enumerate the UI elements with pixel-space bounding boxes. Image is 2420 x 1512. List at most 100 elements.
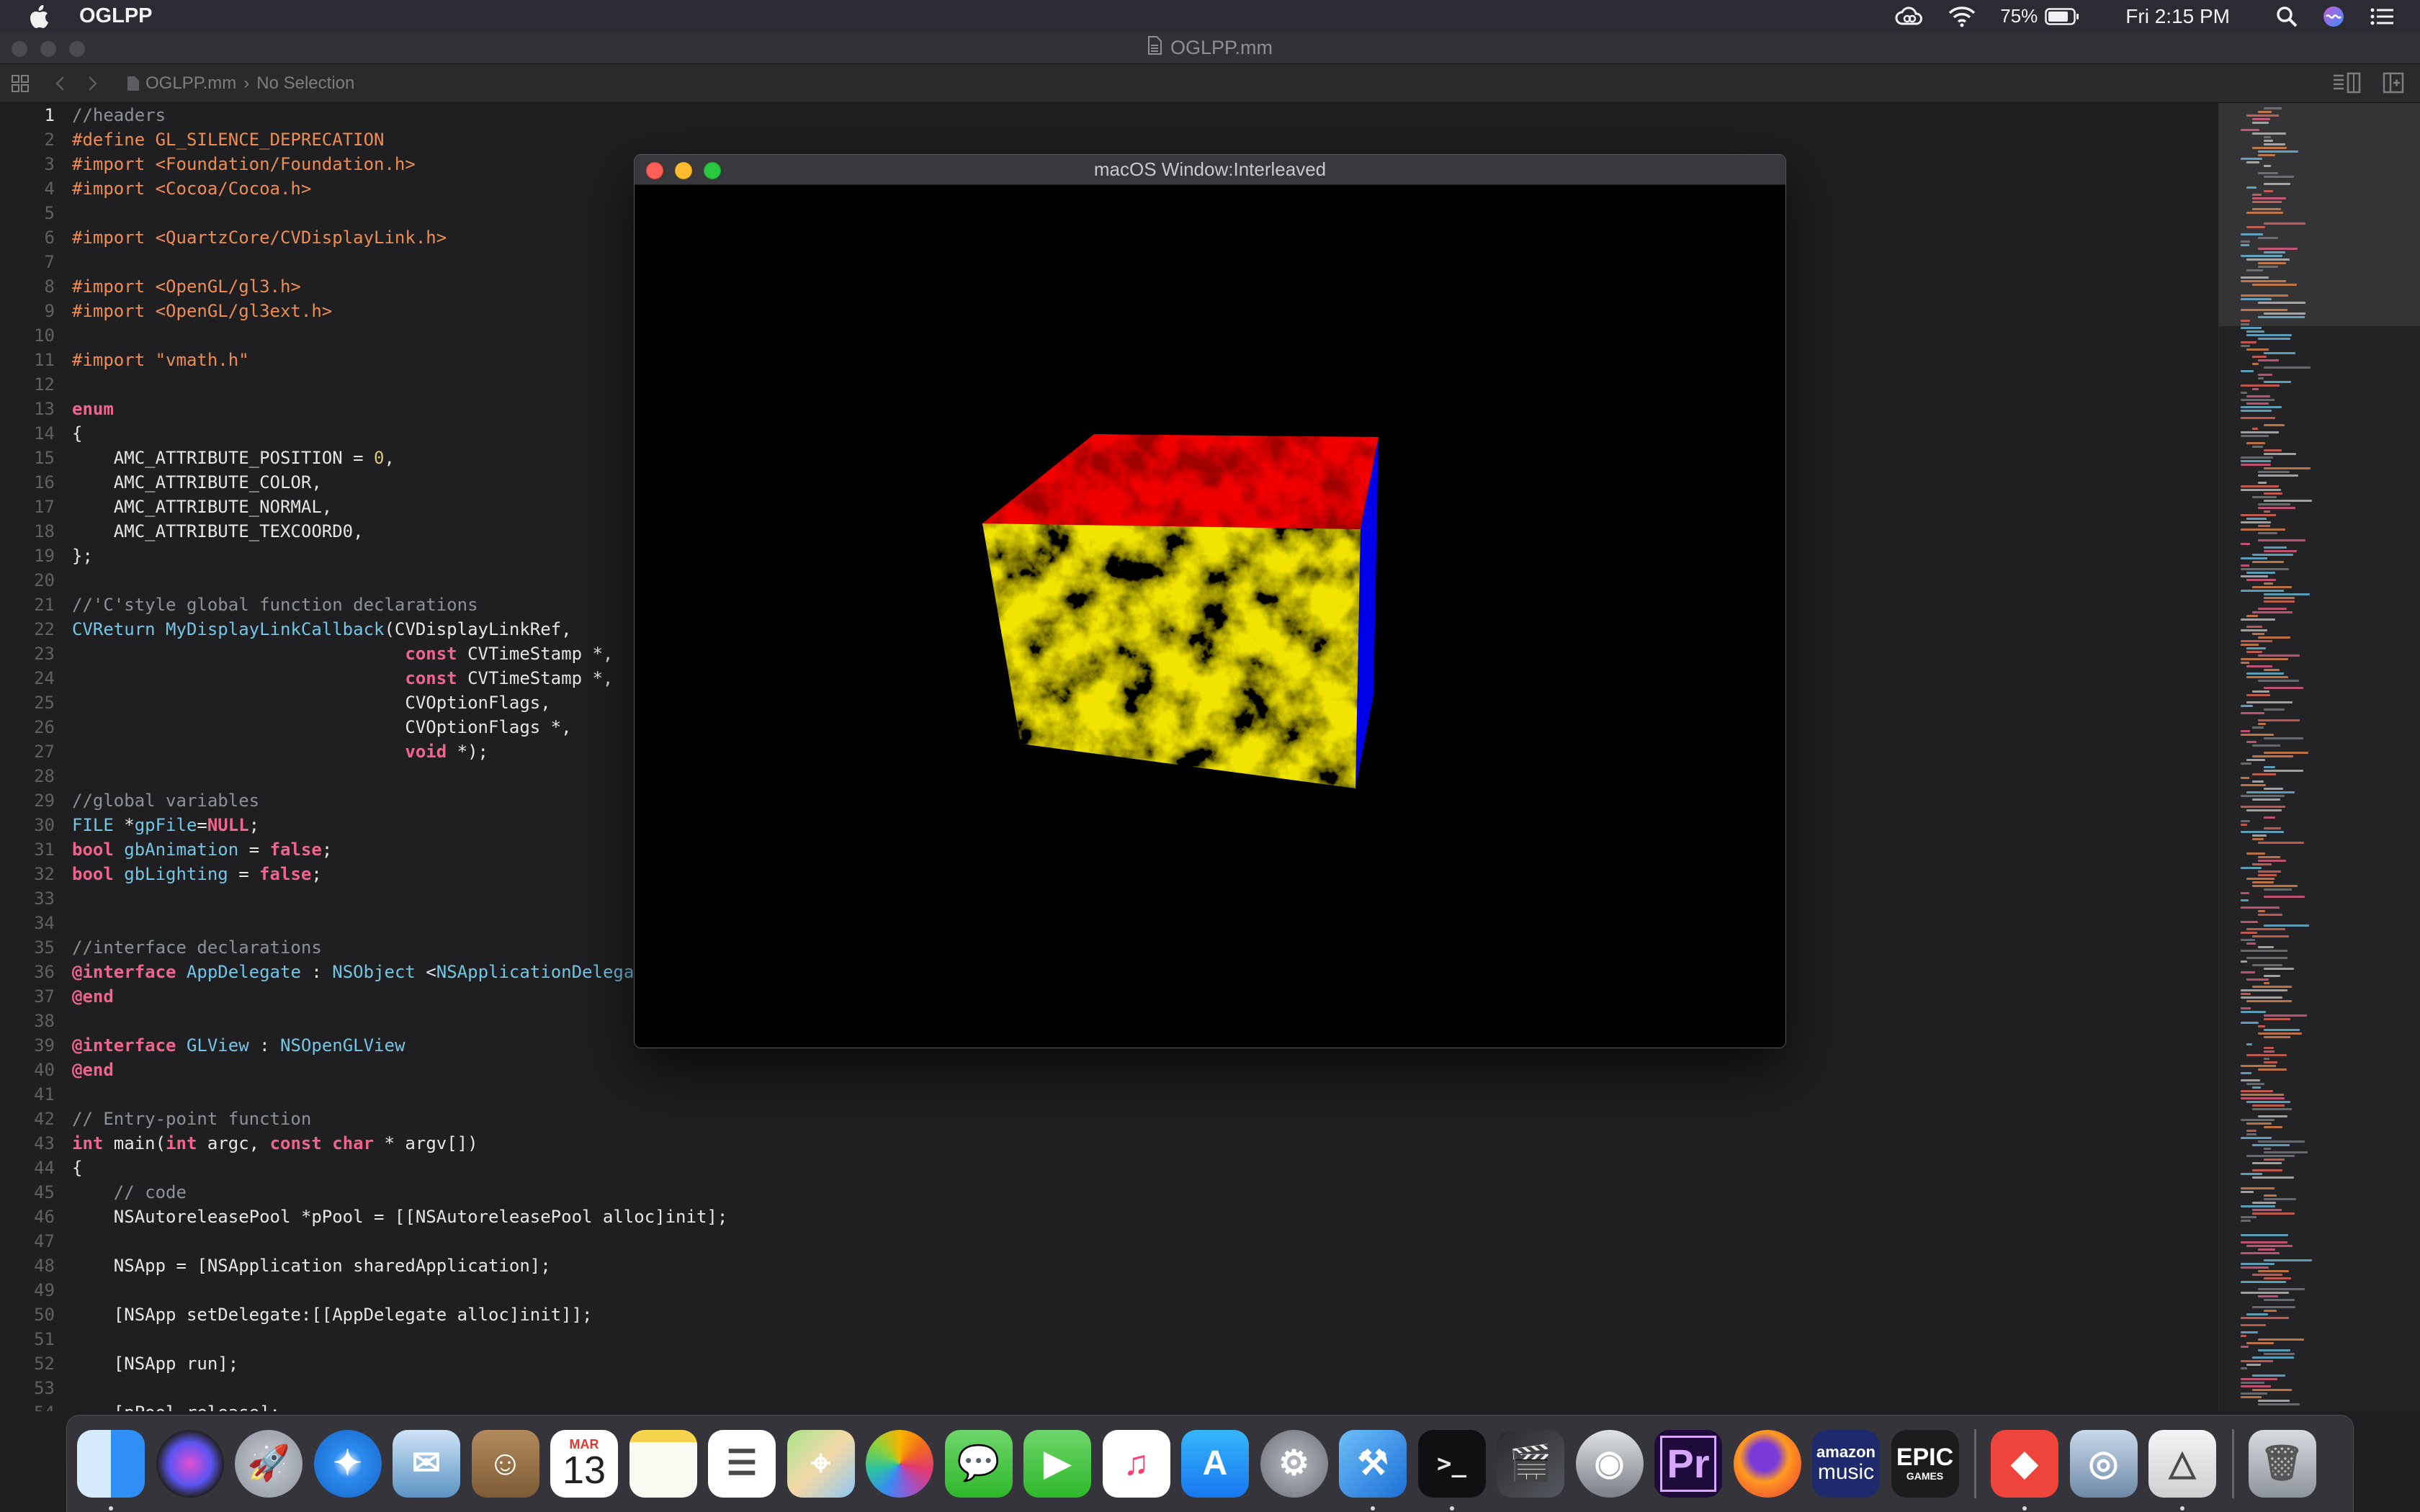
- calendar-icon[interactable]: MAR 13: [550, 1430, 618, 1498]
- dock-item-xcode[interactable]: ⚒: [1339, 1430, 1418, 1511]
- dock-item-reminders[interactable]: ☰: [708, 1430, 787, 1498]
- amazon-music-icon[interactable]: amazon music: [1812, 1430, 1880, 1498]
- itunes-icon[interactable]: ♫: [1102, 1430, 1170, 1498]
- close-button[interactable]: [12, 41, 27, 57]
- dock-item-photos[interactable]: [866, 1430, 945, 1498]
- code-line[interactable]: //headers: [72, 103, 2218, 127]
- dock-item-anydesk[interactable]: ◆: [1991, 1430, 2070, 1511]
- contacts-icon[interactable]: ☺: [471, 1430, 539, 1498]
- code-line[interactable]: [72, 1327, 2218, 1351]
- messages-icon[interactable]: 💬: [944, 1430, 1013, 1498]
- siri-icon[interactable]: [2322, 5, 2345, 28]
- dock-item-messages[interactable]: 💬: [944, 1430, 1024, 1498]
- clock[interactable]: Fri 2:15 PM: [2125, 5, 2230, 28]
- code-line[interactable]: NSApp = [NSApplication sharedApplication…: [72, 1254, 2218, 1278]
- code-line[interactable]: [72, 1082, 2218, 1107]
- back-chevron-icon[interactable]: [55, 76, 65, 91]
- gl-zoom-button[interactable]: [704, 162, 721, 179]
- gl-canvas[interactable]: [635, 185, 1785, 1048]
- reminders-icon[interactable]: ☰: [708, 1430, 776, 1498]
- dock-item-compressor[interactable]: ◉: [1575, 1430, 1655, 1498]
- instruments-icon[interactable]: △: [2148, 1430, 2216, 1498]
- dock-item-launchpad[interactable]: 🚀: [235, 1430, 314, 1498]
- control-center-icon[interactable]: [2370, 6, 2394, 27]
- code-line[interactable]: [NSApp setDelegate:[[AppDelegate alloc]i…: [72, 1302, 2218, 1327]
- zoom-button[interactable]: [69, 41, 85, 57]
- mail-icon[interactable]: ✉: [393, 1430, 460, 1498]
- battery-icon[interactable]: [2045, 7, 2079, 25]
- code-line[interactable]: [NSApp run];: [72, 1351, 2218, 1376]
- dock-item-trash[interactable]: 🗑: [2248, 1430, 2328, 1498]
- dock-item-firefox[interactable]: [1733, 1430, 1813, 1498]
- code-line[interactable]: // code: [72, 1180, 2218, 1205]
- dock-item-amazon-music[interactable]: amazon music: [1812, 1430, 1891, 1498]
- code-line[interactable]: // Entry-point function: [72, 1107, 2218, 1131]
- dock-item-app-store[interactable]: A: [1181, 1430, 1260, 1498]
- code-line[interactable]: @end: [72, 1058, 2218, 1082]
- notes-icon[interactable]: [629, 1430, 697, 1498]
- jumpbar-file[interactable]: OGLPP.mm: [145, 73, 236, 94]
- compressor-icon[interactable]: ◉: [1575, 1430, 1644, 1498]
- photos-icon[interactable]: [866, 1430, 933, 1498]
- code-line[interactable]: [72, 1376, 2218, 1400]
- firefox-icon[interactable]: [1733, 1430, 1801, 1498]
- dock-item-finder[interactable]: [77, 1430, 156, 1511]
- trash-icon[interactable]: 🗑: [2248, 1430, 2316, 1498]
- maps-icon[interactable]: ⌖: [786, 1430, 855, 1498]
- dock-item-premiere-pro[interactable]: Pr: [1654, 1430, 1734, 1498]
- preview-icon[interactable]: ◎: [2069, 1430, 2138, 1498]
- code-line[interactable]: NSAutoreleasePool *pPool = [[NSAutorelea…: [72, 1205, 2218, 1229]
- apple-icon[interactable]: [0, 4, 79, 28]
- final-cut-pro-icon[interactable]: 🎬: [1497, 1430, 1564, 1498]
- dock-item-terminal[interactable]: >_: [1417, 1430, 1497, 1511]
- related-items-icon[interactable]: [12, 74, 29, 92]
- dock-item-system-preferences[interactable]: ⚙: [1260, 1430, 1340, 1498]
- dock-item-mail[interactable]: ✉: [393, 1430, 472, 1498]
- dock-item-itunes[interactable]: ♫: [1102, 1430, 1182, 1498]
- minimap-viewport[interactable]: [2219, 103, 2420, 326]
- dock-item-instruments[interactable]: △: [2148, 1430, 2228, 1511]
- premiere-pro-icon[interactable]: Pr: [1654, 1430, 1722, 1498]
- code-line[interactable]: {: [72, 1156, 2218, 1180]
- jumpbar-selection[interactable]: No Selection: [256, 73, 354, 94]
- minimap[interactable]: [2218, 103, 2420, 1411]
- wifi-icon[interactable]: [1948, 6, 1976, 27]
- gl-minimize-button[interactable]: [675, 162, 692, 179]
- anydesk-icon[interactable]: ◆: [1991, 1430, 2058, 1498]
- dock-item-notes[interactable]: [629, 1430, 709, 1498]
- line-number: 42: [34, 1109, 55, 1129]
- dock-item-calendar[interactable]: MAR 13: [550, 1430, 629, 1498]
- code-line[interactable]: [72, 1278, 2218, 1302]
- finder-icon[interactable]: [77, 1430, 145, 1498]
- siri-icon[interactable]: [156, 1430, 224, 1498]
- dock-item-preview[interactable]: ◎: [2069, 1430, 2149, 1498]
- forward-chevron-icon[interactable]: [88, 76, 98, 91]
- dock-item-contacts[interactable]: ☺: [471, 1430, 551, 1498]
- xcode-icon[interactable]: ⚒: [1339, 1430, 1407, 1498]
- add-editor-icon[interactable]: [2383, 71, 2404, 99]
- terminal-icon[interactable]: >_: [1417, 1430, 1486, 1498]
- system-preferences-icon[interactable]: ⚙: [1260, 1430, 1328, 1498]
- dock-item-facetime[interactable]: ▶: [1023, 1430, 1103, 1498]
- dock-item-epic-games[interactable]: EPIC GAMES: [1891, 1430, 1971, 1498]
- minimap-line: [2264, 924, 2309, 927]
- minimize-button[interactable]: [40, 41, 56, 57]
- safari-icon[interactable]: ✦: [313, 1430, 382, 1498]
- dock-item-siri[interactable]: [156, 1430, 236, 1498]
- dock-item-safari[interactable]: ✦: [313, 1430, 393, 1498]
- dock-item-maps[interactable]: ⌖: [786, 1430, 866, 1498]
- app-name-menu[interactable]: OGLPP: [79, 4, 153, 28]
- gl-close-button[interactable]: [646, 162, 663, 179]
- app-store-icon[interactable]: A: [1181, 1430, 1249, 1498]
- code-line[interactable]: [pPool release];: [72, 1400, 2218, 1411]
- code-line[interactable]: int main(int argc, const char * argv[]): [72, 1131, 2218, 1156]
- facetime-icon[interactable]: ▶: [1023, 1430, 1091, 1498]
- code-line[interactable]: #define GL_SILENCE_DEPRECATION: [72, 127, 2218, 152]
- launchpad-icon[interactable]: 🚀: [235, 1430, 302, 1498]
- dock-item-final-cut-pro[interactable]: 🎬: [1497, 1430, 1576, 1498]
- epic-games-icon[interactable]: EPIC GAMES: [1891, 1430, 1959, 1498]
- creative-cloud-icon[interactable]: [1895, 6, 1924, 27]
- code-line[interactable]: [72, 1229, 2218, 1254]
- editor-options-icon[interactable]: [2332, 71, 2361, 99]
- spotlight-icon[interactable]: [2276, 6, 2298, 27]
